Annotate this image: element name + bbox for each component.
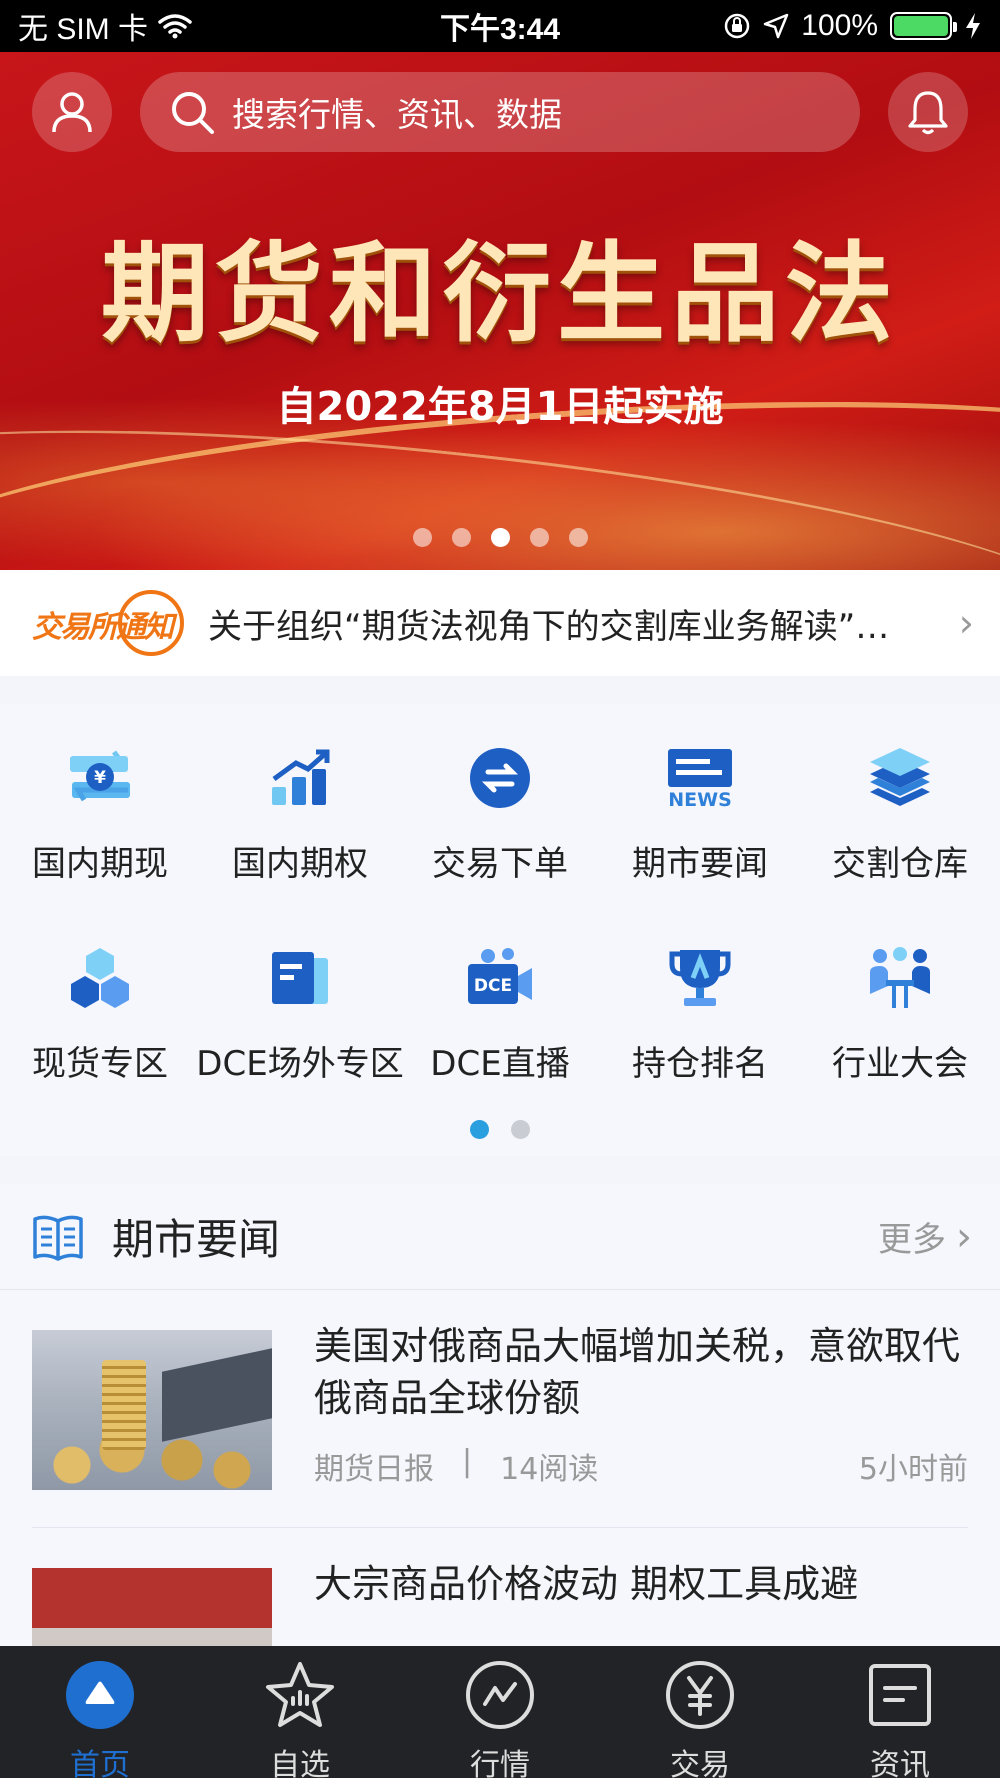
layers-icon [864,742,936,814]
swap-circle-icon [464,742,536,814]
shortcut-label: 国内期现 [32,844,168,884]
meta-separator: | [462,1444,473,1479]
news-source: 期货日报 [314,1452,434,1487]
bell-icon [908,91,948,135]
video-camera-icon: DCE [464,942,536,1014]
shortcut-dot[interactable] [511,1120,530,1139]
star-icon [264,1660,336,1730]
shortcut-label: 交易下单 [432,844,568,884]
search-icon [172,92,214,134]
svg-text:¥: ¥ [94,768,106,788]
news-thumbnail [32,1568,272,1646]
exchange-notice-bar[interactable]: 交易所通知 关于组织“期货法视角下的交割库业务解读”… › [0,570,1000,676]
banner-subtitle: 自2022年8月1日起实施 [276,384,724,430]
news-title: 大宗商品价格波动 期权工具成避 [314,1562,859,1606]
battery-percent: 100% [801,9,878,42]
tab-news[interactable]: 资讯 [800,1646,1000,1778]
shortcut-domestic-options[interactable]: 国内期权 [200,732,400,932]
news-more-link[interactable]: 更多 › [878,1212,972,1261]
banner-dot[interactable] [412,528,432,547]
shortcut-place-order[interactable]: 交易下单 [400,732,600,932]
tab-label: 自选 [270,1748,330,1778]
shortcut-industry-conference[interactable]: 行业大会 [800,932,1000,1132]
shortcut-label: 现货专区 [32,1044,168,1084]
tab-label: 行情 [470,1748,530,1778]
chevron-right-icon: › [956,1213,972,1260]
bottom-tab-bar: 首页 自选 行情 交易 资讯 [0,1646,1000,1778]
banner-dot[interactable] [451,528,471,547]
home-icon [64,1660,136,1730]
news-title: 美国对俄商品大幅增加关税，意欲取代俄商品全球份额 [314,1324,961,1420]
tab-label: 资讯 [870,1748,930,1778]
notification-button[interactable] [888,72,968,152]
carrier-label: 无 SIM 卡 [18,13,149,46]
cubes-icon [64,942,136,1014]
news-reads: 14阅读 [500,1452,599,1487]
search-input[interactable]: 搜索行情、资讯、数据 [140,72,860,152]
banner-title: 期货和衍生品法 [100,232,899,357]
shortcut-dot-active[interactable] [470,1120,489,1139]
orientation-lock-icon [725,13,750,39]
banner-dot[interactable] [568,528,588,547]
battery-icon [890,12,957,40]
bar-chart-up-icon [264,742,336,814]
tab-label: 首页 [70,1748,130,1778]
yuan-circle-icon [664,1660,736,1730]
document-icon [264,942,336,1014]
shortcut-dce-live[interactable]: DCE DCE直播 [400,932,600,1132]
tab-trade[interactable]: 交易 [600,1646,800,1778]
exchange-yuan-icon: ¥ [64,742,136,814]
tab-market[interactable]: 行情 [400,1646,600,1778]
shortcut-label: 行业大会 [832,1044,968,1084]
svg-text:NEWS: NEWS [668,789,732,809]
shortcut-label: DCE场外专区 [196,1044,404,1084]
shortcut-dce-otc[interactable]: DCE场外专区 [196,932,404,1132]
banner-dot-active[interactable] [490,528,510,547]
chevron-right-icon: › [958,601,974,645]
shortcut-label: 交割仓库 [832,844,968,884]
news-thumbnail [32,1330,272,1490]
news-list: 美国对俄商品大幅增加关税，意欲取代俄商品全球份额 期货日报 | 14阅读 5小时… [0,1290,1000,1646]
market-trend-icon [464,1660,536,1730]
shortcut-label: 期市要闻 [632,844,768,884]
banner-dot[interactable] [529,528,549,547]
book-icon [33,1215,83,1261]
shortcut-spot-zone[interactable]: 现货专区 [0,932,200,1132]
charging-icon [966,13,980,39]
tab-watchlist[interactable]: 自选 [200,1646,400,1778]
news-section-header: 期市要闻 更多 › [0,1184,1000,1290]
trophy-icon [664,942,736,1014]
news-item[interactable]: 美国对俄商品大幅增加关税，意欲取代俄商品全球份额 期货日报 | 14阅读 5小时… [32,1290,968,1528]
status-bar: 无 SIM 卡 下午3:44 100% [0,0,1000,52]
shortcut-domestic-futures[interactable]: ¥ 国内期现 [0,732,200,932]
news-time: 5小时前 [858,1452,968,1487]
shortcut-page-indicator [0,1120,1000,1139]
banner-page-indicator [0,528,1000,547]
news-doc-icon [864,1660,936,1730]
user-icon [52,92,92,133]
shortcut-delivery-warehouse[interactable]: 交割仓库 [800,732,1000,932]
meeting-icon [864,942,936,1014]
news-section-title: 期市要闻 [112,1215,281,1264]
shortcut-grid: ¥ 国内期现 国内期权 交易下单 NEWS 期市要闻 交割仓库 现货专区 DCE… [0,704,1000,1156]
tab-home[interactable]: 首页 [0,1646,200,1778]
shortcut-label: 持仓排名 [632,1044,768,1084]
shortcut-label: 国内期权 [232,844,368,884]
news-icon: NEWS [664,742,736,814]
exchange-notice-logo: 交易所通知 [32,588,188,658]
wifi-icon [158,14,192,39]
shortcut-position-ranking[interactable]: 持仓排名 [600,932,800,1132]
shortcut-market-news[interactable]: NEWS 期市要闻 [600,732,800,932]
news-item[interactable]: 大宗商品价格波动 期权工具成避 [32,1528,968,1646]
notice-text: 关于组织“期货法视角下的交割库业务解读”… [208,606,890,647]
more-label: 更多 [878,1220,946,1260]
svg-text:DCE: DCE [474,976,512,996]
tab-label: 交易 [670,1748,730,1778]
profile-button[interactable] [32,72,112,152]
shortcut-label: DCE直播 [430,1044,570,1084]
news-meta: 期货日报 | 14阅读 5小时前 [314,1444,968,1488]
search-placeholder: 搜索行情、资讯、数据 [232,95,562,134]
location-icon [764,13,789,39]
